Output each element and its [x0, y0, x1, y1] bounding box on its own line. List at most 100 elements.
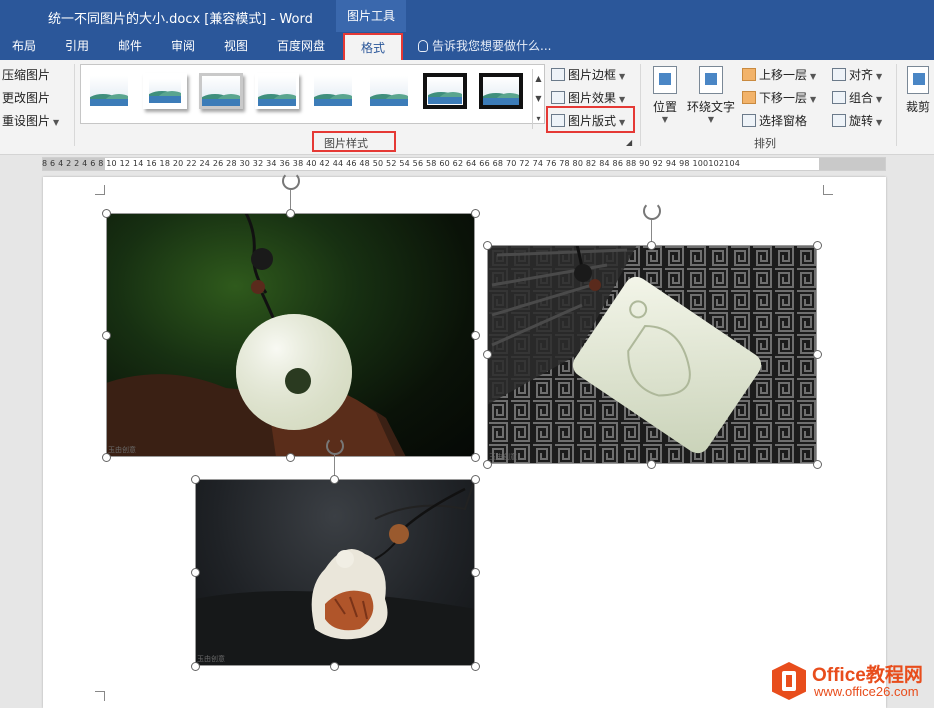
style-thumb-8[interactable] — [479, 73, 523, 109]
gallery-scroll[interactable]: ▲ ▼ ▾ — [532, 69, 544, 129]
resize-handle[interactable] — [102, 453, 111, 462]
style-thumb-3[interactable] — [199, 73, 243, 109]
resize-handle[interactable] — [471, 475, 480, 484]
reset-label: 重设图片 — [2, 114, 51, 128]
office-logo-icon — [772, 662, 806, 700]
resize-handle[interactable] — [813, 241, 822, 250]
change-label: 更改图片 — [2, 91, 51, 105]
arrange-group-label: 排列 — [754, 137, 776, 150]
resize-handle[interactable] — [102, 209, 111, 218]
send-backward-label: 下移一层 — [759, 91, 808, 105]
position-icon — [653, 66, 677, 94]
chevron-down-icon: ▼ — [619, 72, 626, 81]
change-picture-button[interactable]: 更改图片 — [2, 89, 50, 106]
resize-handle[interactable] — [330, 662, 339, 671]
tab-layout[interactable]: 布局 — [12, 37, 36, 54]
bring-forward-icon — [742, 68, 756, 81]
resize-handle[interactable] — [286, 209, 295, 218]
document-title: 统一不同图片的大小.docx [兼容模式] - Word — [48, 12, 313, 27]
image2-selection-border — [487, 245, 817, 464]
group-objects-button[interactable]: 组合 ▼ — [832, 89, 882, 106]
resize-handle[interactable] — [483, 460, 492, 469]
picture-effects-icon — [551, 91, 565, 104]
group-icon — [832, 91, 846, 104]
group-divider — [74, 64, 75, 146]
ribbon: 压缩图片 更改图片 重设图片 ▼ ▲ ▼ ▾ 图片边框 ▼ 图片效果 ▼ 图片版式 ▼ … — [0, 60, 934, 155]
resize-handle[interactable] — [471, 331, 480, 340]
align-icon — [832, 68, 846, 81]
resize-handle[interactable] — [471, 568, 480, 577]
group-label: 组合 — [849, 91, 874, 105]
style-thumb-2[interactable] — [143, 73, 187, 109]
style-thumb-6[interactable] — [367, 73, 411, 109]
title-bar: 统一不同图片的大小.docx [兼容模式] - Word 图片工具 — [0, 0, 934, 32]
wrap-text-button[interactable]: 环绕文字 ▼ — [686, 66, 736, 124]
word-window: 统一不同图片的大小.docx [兼容模式] - Word 图片工具 布局 引用 … — [0, 0, 934, 708]
selection-pane-icon — [742, 114, 756, 127]
horizontal-ruler[interactable]: 8 6 4 2 2 4 6 8 10 12 14 16 18 20 22 24 … — [0, 156, 934, 172]
resize-handle[interactable] — [102, 331, 111, 340]
chevron-down-icon: ▼ — [810, 95, 817, 104]
chevron-down-icon: ▼ — [876, 118, 883, 127]
chevron-down-icon: ▼ — [619, 95, 626, 104]
selection-pane-label: 选择窗格 — [759, 114, 808, 128]
rotate-handle-icon[interactable] — [282, 172, 300, 190]
margin-corner-marker — [95, 185, 105, 195]
tab-mailings[interactable]: 邮件 — [118, 37, 142, 54]
tell-me-box[interactable]: 告诉我您想要做什么... — [418, 37, 551, 54]
bring-forward-button[interactable]: 上移一层 ▼ — [742, 66, 816, 83]
send-backward-button[interactable]: 下移一层 ▼ — [742, 89, 816, 106]
tab-view[interactable]: 视图 — [224, 37, 248, 54]
align-button[interactable]: 对齐 ▼ — [832, 66, 882, 83]
image1-selection-border — [106, 213, 475, 457]
resize-handle[interactable] — [471, 453, 480, 462]
picture-effects-button[interactable]: 图片效果 ▼ — [551, 89, 625, 106]
style-thumb-7[interactable] — [423, 73, 467, 109]
gallery-down-icon[interactable]: ▼ — [533, 89, 544, 109]
resize-handle[interactable] — [813, 460, 822, 469]
resize-handle[interactable] — [647, 241, 656, 250]
resize-handle[interactable] — [471, 209, 480, 218]
selection-pane-button[interactable]: 选择窗格 — [742, 112, 807, 129]
style-thumb-5[interactable] — [311, 73, 355, 109]
rotate-button[interactable]: 旋转 ▼ — [832, 112, 882, 129]
ruler-numbers: 8 6 4 2 2 4 6 8 10 12 14 16 18 20 22 24 … — [42, 159, 741, 168]
chevron-down-icon: ▼ — [876, 72, 883, 81]
style-thumb-4[interactable] — [255, 73, 299, 109]
bring-forward-label: 上移一层 — [759, 68, 808, 82]
dialog-launcher-icon[interactable]: ◢ — [626, 138, 632, 147]
gallery-more-icon[interactable]: ▾ — [533, 109, 544, 129]
resize-handle[interactable] — [483, 241, 492, 250]
resize-handle[interactable] — [330, 475, 339, 484]
resize-handle[interactable] — [286, 453, 295, 462]
chevron-down-icon: ▼ — [876, 95, 883, 104]
style-thumb-1[interactable] — [87, 73, 131, 109]
position-label: 位置 — [652, 100, 677, 114]
send-backward-icon — [742, 91, 756, 104]
resize-handle[interactable] — [647, 460, 656, 469]
resize-handle[interactable] — [471, 662, 480, 671]
resize-handle[interactable] — [191, 662, 200, 671]
rotate-handle-icon[interactable] — [643, 202, 661, 220]
rotate-handle-stem — [651, 220, 652, 241]
tab-baidu-netdisk[interactable]: 百度网盘 — [277, 37, 325, 54]
tab-references[interactable]: 引用 — [65, 37, 89, 54]
picture-border-icon — [551, 68, 565, 81]
resize-handle[interactable] — [483, 350, 492, 359]
resize-handle[interactable] — [191, 475, 200, 484]
position-button[interactable]: 位置 ▼ — [648, 66, 682, 124]
picture-border-button[interactable]: 图片边框 ▼ — [551, 66, 625, 83]
crop-button[interactable]: 裁剪 — [902, 66, 934, 115]
tell-me-text: 告诉我您想要做什么... — [432, 39, 552, 53]
compress-pictures-button[interactable]: 压缩图片 — [2, 66, 50, 83]
wrap-text-label: 环绕文字 — [686, 100, 735, 114]
picture-styles-group-label: 图片样式 — [324, 137, 368, 150]
reset-picture-button[interactable]: 重设图片 ▼ — [2, 112, 59, 129]
chevron-down-icon: ▼ — [53, 118, 60, 127]
tab-review[interactable]: 审阅 — [171, 37, 195, 54]
rotate-handle-icon[interactable] — [326, 437, 344, 455]
resize-handle[interactable] — [813, 350, 822, 359]
tab-format[interactable]: 格式 — [343, 33, 403, 60]
gallery-up-icon[interactable]: ▲ — [533, 69, 544, 89]
resize-handle[interactable] — [191, 568, 200, 577]
